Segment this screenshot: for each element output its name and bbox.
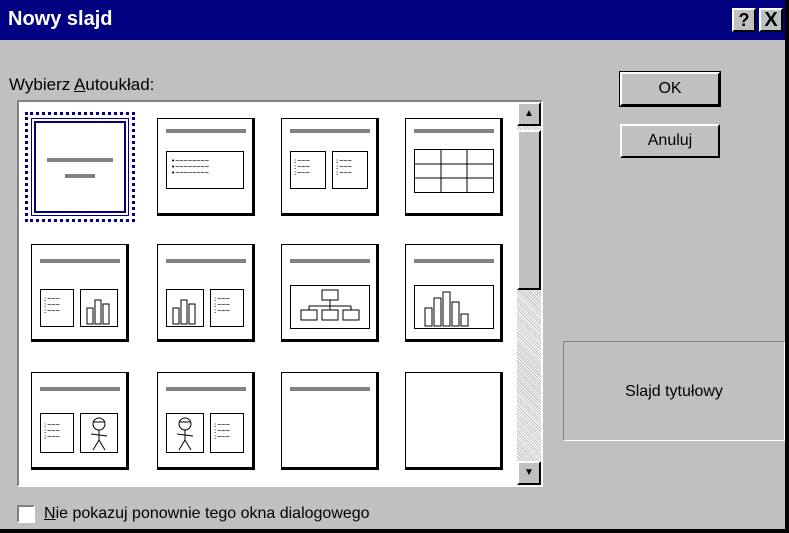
layout-text-and-clip-art[interactable]: :~~~ :~~~ :~~~	[31, 372, 129, 470]
text-box: •~~~~~~~~ •~~~~~~~~ •~~~~~~~~	[166, 151, 244, 189]
dont-show-again-label[interactable]: Nie pokazuj ponownie tego okna dialogowe…	[44, 505, 370, 523]
title-placeholder	[290, 387, 370, 391]
title-placeholder	[40, 259, 120, 263]
clip-art-icon	[80, 413, 118, 453]
scroll-up-button[interactable]: ▲	[517, 102, 541, 126]
title-placeholder	[414, 129, 494, 133]
layout-blank[interactable]	[405, 372, 503, 470]
layout-bulleted-list[interactable]: •~~~~~~~~ •~~~~~~~~ •~~~~~~~~	[157, 118, 255, 216]
title-placeholder	[414, 259, 494, 263]
layout-two-column-text[interactable]: :~~~ :~~~ :~~~ :~~~ :~~~ :~~~	[281, 118, 379, 216]
chart-icon	[166, 289, 204, 327]
layout-label: Wybierz Autoukład:	[9, 75, 155, 94]
layout-chart[interactable]	[405, 244, 503, 342]
chart-icon	[80, 289, 118, 327]
title-placeholder	[40, 387, 120, 391]
layout-table[interactable]	[405, 118, 503, 216]
new-slide-dialog: Nowy slajd ? X Wybierz Autoukład: •~~~~~…	[0, 0, 785, 529]
text-box: :~~~ :~~~ :~~~	[210, 413, 244, 453]
layout-text-and-chart[interactable]: :~~~ :~~~ :~~~	[31, 244, 129, 342]
subtitle-placeholder	[65, 174, 95, 178]
layout-clip-art-and-text[interactable]: :~~~ :~~~ :~~~	[157, 372, 255, 470]
text-box: :~~~ :~~~ :~~~	[40, 413, 74, 453]
layout-chart-and-text[interactable]: :~~~ :~~~ :~~~	[157, 244, 255, 342]
text-box: :~~~ :~~~ :~~~	[210, 289, 244, 327]
title-placeholder	[166, 387, 246, 391]
text-box-left: :~~~ :~~~ :~~~	[290, 151, 326, 189]
layout-listbox[interactable]: •~~~~~~~~ •~~~~~~~~ •~~~~~~~~ :~~~ :~~~ …	[17, 100, 543, 487]
org-chart-icon	[290, 285, 370, 329]
title-placeholder	[290, 259, 370, 263]
title-placeholder	[166, 259, 246, 263]
layout-title-slide[interactable]	[25, 112, 135, 222]
clip-art-icon	[166, 413, 204, 453]
table-icon	[414, 149, 494, 193]
text-box-right: :~~~ :~~~ :~~~	[332, 151, 368, 189]
close-button[interactable]: X	[759, 8, 783, 32]
vertical-scrollbar[interactable]: ▲ ▼	[517, 102, 541, 485]
title-bar: Nowy slajd ? X	[0, 0, 785, 40]
ok-button[interactable]: OK	[620, 72, 720, 106]
dialog-title: Nowy slajd	[8, 8, 113, 30]
layout-grid: •~~~~~~~~ •~~~~~~~~ •~~~~~~~~ :~~~ :~~~ …	[19, 102, 517, 485]
scroll-thumb[interactable]	[517, 130, 541, 290]
title-placeholder	[166, 129, 246, 133]
text-box: :~~~ :~~~ :~~~	[40, 289, 74, 327]
dont-show-again-checkbox[interactable]	[17, 505, 35, 523]
cancel-button[interactable]: Anuluj	[620, 124, 720, 158]
layout-preview-name: Slajd tytułowy	[563, 341, 785, 441]
layout-organization-chart[interactable]	[281, 244, 379, 342]
scroll-down-button[interactable]: ▼	[517, 461, 541, 485]
chart-icon	[414, 285, 494, 329]
help-button[interactable]: ?	[732, 8, 756, 32]
title-placeholder	[290, 129, 370, 133]
title-placeholder	[47, 158, 113, 162]
layout-title-only[interactable]	[281, 372, 379, 470]
